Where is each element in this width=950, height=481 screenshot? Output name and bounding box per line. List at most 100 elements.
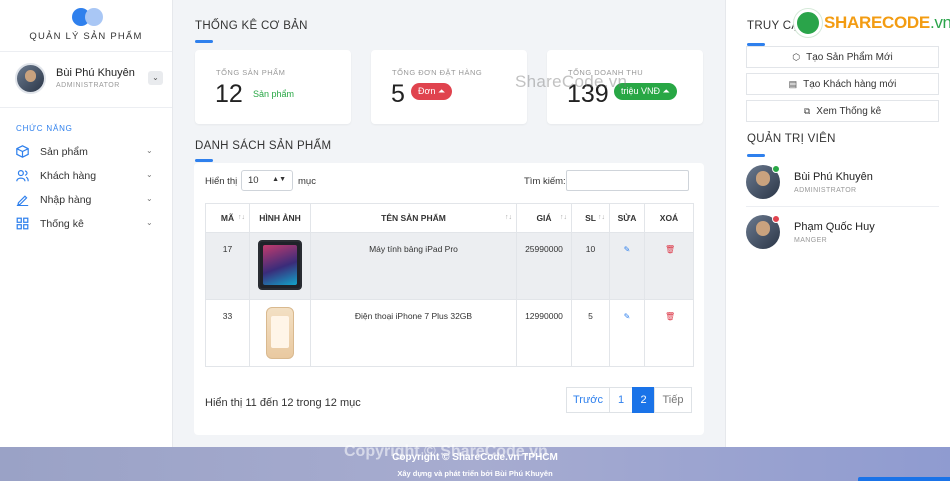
footer-accent-bar <box>858 477 950 481</box>
cell-delete: 🗑 <box>644 232 694 300</box>
length-suffix: mục <box>298 176 316 187</box>
cell-edit: ✎ <box>609 299 645 367</box>
brand-logo-icon <box>72 8 106 26</box>
cell-image <box>249 232 311 300</box>
iphone-7-plus-image <box>266 307 294 359</box>
watermark-text: ShareCode.vn <box>515 72 628 91</box>
sidebar-item-thong-ke[interactable]: Thống kê ⌄ <box>0 214 172 234</box>
column-header-id[interactable]: MÃ ↑↓ <box>205 203 250 233</box>
chevron-down-icon: ⌄ <box>146 218 153 227</box>
column-header-qty[interactable]: SL ↑↓ <box>571 203 610 233</box>
table-row: 33 Điện thoại iPhone 7 Plus 32GB 1299000… <box>205 299 694 367</box>
sharecode-logo-icon <box>794 9 822 37</box>
admin-role: ADMINISTRATOR <box>794 187 857 194</box>
search-input[interactable] <box>566 170 689 191</box>
trash-icon[interactable]: 🗑 <box>665 313 675 321</box>
chevron-down-icon: ⌄ <box>146 194 153 203</box>
cell-name: Điện thoại iPhone 7 Plus 32GB <box>310 299 517 367</box>
edit-icon[interactable]: ✎ <box>623 313 631 321</box>
quick-access-title: TRUY CẬ <box>747 20 800 32</box>
column-header-edit: SỬA <box>609 203 645 233</box>
nav-header: CHỨC NĂNG <box>16 124 73 133</box>
table-info: Hiển thị 11 đến 12 trong 12 mục <box>205 397 361 409</box>
search-label: Tìm kiếm: <box>524 176 566 187</box>
cell-edit: ✎ <box>609 232 645 300</box>
edit-icon[interactable]: ✎ <box>623 246 631 254</box>
sidebar-item-label: Khách hàng <box>40 170 97 182</box>
users-icon <box>16 169 29 182</box>
sidebar-user-card[interactable]: Bùi Phú Khuyên ADMINISTRATOR ⌄ <box>0 52 172 108</box>
sidebar-item-nhap-hang[interactable]: Nhập hàng ⌄ <box>0 190 172 210</box>
chart-icon: ⧉ <box>803 106 811 116</box>
pagination-page-1[interactable]: 1 <box>609 387 633 413</box>
title-underline <box>747 154 765 157</box>
admin-item[interactable]: Phạm Quốc Huy MANGER <box>746 215 939 259</box>
chevron-down-icon: ⌄ <box>146 146 153 155</box>
chevron-down-icon: ▲▼ <box>272 176 286 183</box>
chevron-down-icon: ⌄ <box>146 170 153 179</box>
brand[interactable]: QUẢN LÝ SẢN PHẨM <box>0 0 172 52</box>
products-table: MÃ ↑↓ HÌNH ẢNH TÊN SẢN PHẨM ↑↓ GIÁ ↑↓ SL ↑↓ … <box>205 203 694 367</box>
trash-icon[interactable]: 🗑 <box>665 246 675 254</box>
sidebar-item-san-pham[interactable]: Sản phẩm ⌄ <box>0 142 172 162</box>
online-status-icon <box>772 165 780 173</box>
pagination-prev[interactable]: Trước <box>566 387 610 413</box>
pagination-next[interactable]: Tiếp <box>654 387 692 413</box>
offline-status-icon <box>772 215 780 223</box>
admins-title: QUẢN TRỊ VIÊN <box>747 133 836 145</box>
page-length-select[interactable]: 10 ▲▼ <box>241 170 293 191</box>
sidebar-item-khach-hang[interactable]: Khách hàng ⌄ <box>0 166 172 186</box>
title-underline <box>195 159 213 162</box>
stat-value: 5 <box>391 80 405 108</box>
sidebar-item-label: Sản phẩm <box>40 146 88 158</box>
column-header-price[interactable]: GIÁ ↑↓ <box>516 203 572 233</box>
divider <box>746 206 939 207</box>
cell-id: 33 <box>205 299 250 367</box>
sidebar-item-label: Thống kê <box>40 218 84 230</box>
stat-label: TỔNG ĐƠN ĐẶT HÀNG <box>392 68 483 77</box>
sharecode-logo: SHARECODE.vn <box>794 9 950 37</box>
sidebar: QUẢN LÝ SẢN PHẨM Bùi Phú Khuyên ADMINIST… <box>0 0 173 447</box>
column-header-delete: XOÁ <box>644 203 694 233</box>
stat-value: 12 <box>215 80 243 108</box>
admin-name: Bùi Phú Khuyên <box>794 171 873 183</box>
footer-credit: Xây dựng và phát triển bởi Bùi Phú Khuyê… <box>397 469 553 478</box>
cell-qty: 5 <box>571 299 610 367</box>
cell-image <box>249 299 311 367</box>
pencil-icon <box>16 193 29 207</box>
sort-icon: ↑↓ <box>598 214 605 221</box>
create-customer-button[interactable]: ▤ Tạo Khách hàng mới <box>746 73 939 95</box>
brand-title: QUẢN LÝ SẢN PHẨM <box>29 31 143 42</box>
cell-qty: 10 <box>571 232 610 300</box>
title-underline <box>195 40 213 43</box>
stats-title: THỐNG KÊ CƠ BẢN <box>195 20 308 32</box>
table-row: 17 Máy tính bảng iPad Pro 25990000 10 ✎ … <box>205 232 694 300</box>
stat-label: TỔNG SẢN PHẨM <box>216 68 286 77</box>
ipad-pro-image <box>258 240 302 290</box>
footer-watermark: Copyright © ShareCode.vn <box>344 443 548 460</box>
column-header-name[interactable]: TÊN SẢN PHẨM ↑↓ <box>310 203 517 233</box>
pagination-page-2[interactable]: 2 <box>632 387 655 413</box>
admin-item[interactable]: Bùi Phú Khuyên ADMINISTRATOR <box>746 165 939 209</box>
stat-card-orders: TỔNG ĐƠN ĐẶT HÀNG 5 Đơn ⏶ <box>371 50 527 124</box>
chevron-down-icon[interactable]: ⌄ <box>148 71 163 85</box>
cell-id: 17 <box>205 232 250 300</box>
cell-price: 25990000 <box>516 232 572 300</box>
user-role: ADMINISTRATOR <box>56 82 120 89</box>
cell-name: Máy tính bảng iPad Pro <box>310 232 517 300</box>
page-length-value: 10 <box>248 175 259 186</box>
sort-icon: ↑↓ <box>238 214 245 221</box>
admin-name: Phạm Quốc Huy <box>794 221 875 233</box>
view-stats-button[interactable]: ⧉ Xem Thống kê <box>746 100 939 122</box>
cell-delete: 🗑 <box>644 299 694 367</box>
column-header-image[interactable]: HÌNH ẢNH <box>249 203 311 233</box>
avatar <box>15 63 46 94</box>
create-product-button[interactable]: ⬡ Tạo Sản Phẩm Mới <box>746 46 939 68</box>
cell-price: 12990000 <box>516 299 572 367</box>
admin-role: MANGER <box>794 237 828 244</box>
footer: Copyright © ShareCode.vn TPHCM Xây dựng … <box>0 443 950 481</box>
products-title: DANH SÁCH SẢN PHẨM <box>195 140 332 152</box>
length-label: Hiển thị <box>205 176 238 187</box>
box-icon: ⬡ <box>792 52 801 62</box>
stat-card-products: TỔNG SẢN PHẨM 12 Sản phẩm <box>195 50 351 124</box>
